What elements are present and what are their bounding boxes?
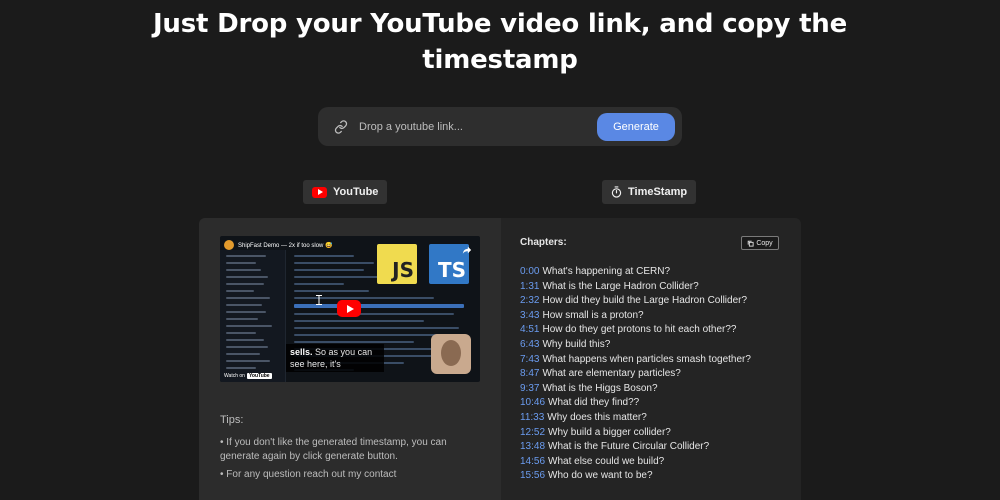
chapter-item: 8:47 What are elementary particles? bbox=[520, 367, 798, 382]
tip-item: • If you don't like the generated timest… bbox=[220, 437, 447, 462]
caption-bold: sells. bbox=[290, 347, 313, 357]
chapters-heading: Chapters: bbox=[520, 237, 567, 248]
chapter-item: 3:43 How small is a proton? bbox=[520, 309, 798, 324]
js-logo: JS bbox=[377, 244, 417, 284]
page-title: Just Drop your YouTube video link, and c… bbox=[0, 6, 1000, 78]
chapter-timestamp-link[interactable]: 10:46 bbox=[520, 397, 545, 408]
play-button[interactable] bbox=[337, 300, 361, 317]
chapter-item: 15:56 Who do we want to be? bbox=[520, 469, 798, 484]
chapter-title: What is the Higgs Boson? bbox=[542, 382, 658, 394]
chapter-title: What else could we build? bbox=[548, 455, 665, 467]
tip-item: • For any question reach out my contact bbox=[220, 469, 397, 480]
chapter-item: 12:52 Why build a bigger collider? bbox=[520, 426, 798, 441]
chapter-title: Why build this? bbox=[542, 338, 611, 350]
tab-timestamp-label: TimeStamp bbox=[628, 186, 688, 198]
chapter-timestamp-link[interactable]: 4:51 bbox=[520, 324, 539, 335]
chapter-timestamp-link[interactable]: 1:31 bbox=[520, 281, 539, 292]
chapter-item: 0:00 What's happening at CERN? bbox=[520, 265, 798, 280]
tab-youtube-label: YouTube bbox=[333, 186, 379, 198]
text-cursor-icon bbox=[315, 292, 323, 305]
watch-on-label: Watch on bbox=[224, 373, 245, 379]
video-player[interactable]: ShipFast Demo — 2x if too slow 😅 JS TS s… bbox=[220, 236, 480, 382]
youtube-brand: YouTube bbox=[246, 373, 272, 379]
channel-avatar bbox=[224, 240, 234, 250]
video-caption: sells. So as you can see here, it's bbox=[286, 344, 384, 372]
chapter-timestamp-link[interactable]: 3:43 bbox=[520, 310, 539, 321]
copy-label: Copy bbox=[756, 239, 773, 247]
chapter-timestamp-link[interactable]: 15:56 bbox=[520, 470, 545, 481]
chapter-timestamp-link[interactable]: 2:32 bbox=[520, 295, 539, 306]
chapter-item: 2:32 How did they build the Large Hadron … bbox=[520, 294, 798, 309]
watch-on-youtube[interactable]: Watch on YouTube bbox=[224, 373, 272, 379]
chapter-title: How did they build the Large Hadron Coll… bbox=[542, 295, 748, 307]
tips-heading: Tips: bbox=[220, 414, 244, 426]
video-panel: ShipFast Demo — 2x if too slow 😅 JS TS s… bbox=[199, 218, 501, 500]
copy-icon bbox=[747, 240, 754, 247]
chapter-title: What is the Future Circular Collider? bbox=[548, 441, 710, 453]
video-title-row: ShipFast Demo — 2x if too slow 😅 bbox=[224, 240, 333, 250]
chapter-timestamp-link[interactable]: 12:52 bbox=[520, 427, 545, 438]
presenter-thumbnail bbox=[431, 334, 471, 374]
page-title-line-2: timestamp bbox=[422, 45, 578, 75]
stopwatch-icon bbox=[611, 186, 622, 198]
chapter-timestamp-link[interactable]: 11:33 bbox=[520, 412, 544, 423]
chapter-timestamp-link[interactable]: 6:43 bbox=[520, 339, 539, 350]
chapter-title: What is the Large Hadron Collider? bbox=[542, 280, 699, 292]
chapter-timestamp-link[interactable]: 14:56 bbox=[520, 456, 545, 467]
chapter-item: 7:43 What happens when particles smash to… bbox=[520, 353, 798, 368]
tab-youtube[interactable]: YouTube bbox=[303, 180, 388, 204]
chapter-item: 14:56 What else could we build? bbox=[520, 455, 798, 470]
chapter-item: 10:46 What did they find?? bbox=[520, 396, 798, 411]
copy-button[interactable]: Copy bbox=[741, 236, 779, 250]
tab-timestamp[interactable]: TimeStamp bbox=[602, 180, 697, 204]
chapter-timestamp-link[interactable]: 8:47 bbox=[520, 368, 539, 379]
video-title: ShipFast Demo — 2x if too slow 😅 bbox=[238, 242, 333, 249]
chapter-item: 9:37 What is the Higgs Boson? bbox=[520, 382, 798, 397]
chapter-title: Why does this matter? bbox=[547, 411, 647, 423]
link-icon bbox=[333, 119, 349, 135]
chapter-list: 0:00 What's happening at CERN? 1:31 What is… bbox=[520, 265, 798, 484]
timestamp-panel: Chapters: Copy 0:00 What's happening at C… bbox=[501, 218, 801, 500]
chapter-timestamp-link[interactable]: 9:37 bbox=[520, 383, 539, 394]
chapter-item: 13:48 What is the Future Circular Collide… bbox=[520, 440, 798, 455]
youtube-link-input[interactable] bbox=[349, 107, 597, 146]
code-file-tree bbox=[220, 250, 286, 382]
chapter-item: 11:33 Why does this matter? bbox=[520, 411, 798, 426]
chapter-item: 1:31 What is the Large Hadron Collider? bbox=[520, 280, 798, 295]
youtube-icon bbox=[312, 186, 327, 198]
chapter-timestamp-link[interactable]: 0:00 bbox=[520, 266, 539, 277]
youtube-link-form: Generate bbox=[318, 107, 682, 146]
chapter-title: What are elementary particles? bbox=[542, 368, 681, 380]
chapter-title: What's happening at CERN? bbox=[542, 266, 671, 277]
page-title-line-1: Just Drop your YouTube video link, and c… bbox=[152, 9, 848, 39]
chapter-item: 6:43 Why build this? bbox=[520, 338, 798, 353]
chapter-timestamp-link[interactable]: 13:48 bbox=[520, 441, 545, 452]
chapter-title: How do they get protons to hit each othe… bbox=[542, 324, 737, 336]
chapter-title: How small is a proton? bbox=[542, 309, 644, 321]
generate-button[interactable]: Generate bbox=[597, 112, 675, 141]
chapter-item: 4:51 How do they get protons to hit each … bbox=[520, 323, 798, 338]
chapter-title: What happens when particles smash togeth… bbox=[542, 353, 751, 365]
chapter-timestamp-link[interactable]: 7:43 bbox=[520, 354, 539, 365]
chapter-title: Who do we want to be? bbox=[548, 470, 653, 482]
share-icon[interactable] bbox=[462, 242, 472, 254]
chapter-title: What did they find?? bbox=[548, 397, 640, 409]
chapter-title: Why build a bigger collider? bbox=[548, 426, 671, 438]
